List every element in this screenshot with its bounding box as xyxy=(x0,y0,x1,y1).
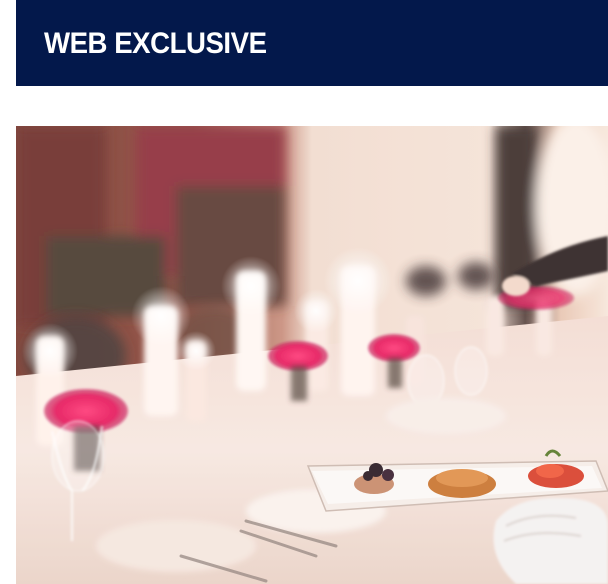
banner-title: WEB EXCLUSIVE xyxy=(44,27,267,60)
dinner-party-photo[interactable] xyxy=(16,126,608,584)
dinner-party-image xyxy=(16,126,608,584)
page: WEB EXCLUSIVE xyxy=(0,0,608,584)
web-exclusive-banner: WEB EXCLUSIVE xyxy=(16,0,608,86)
